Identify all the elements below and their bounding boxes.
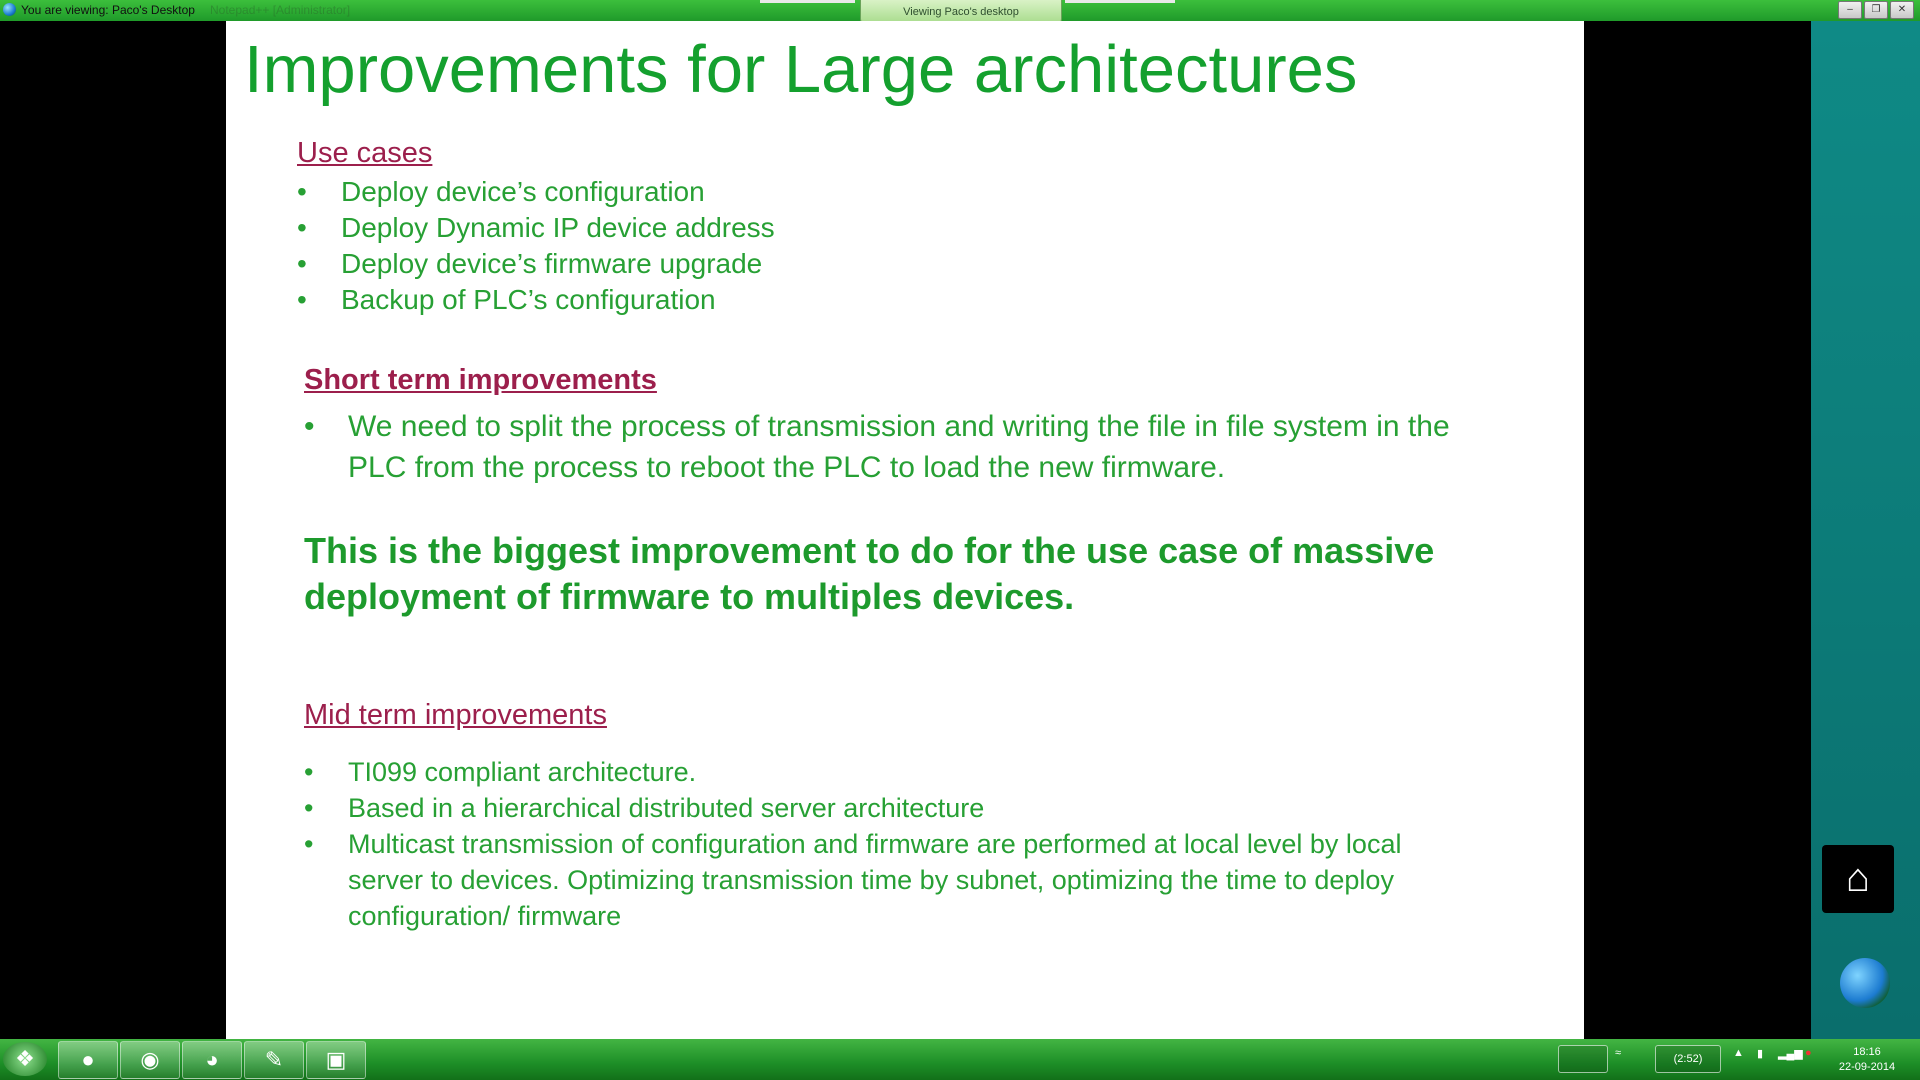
list-item-text: We need to split the process of transmis…: [348, 410, 1450, 484]
mid-term-heading: Mid term improvements: [304, 699, 607, 731]
globe-icon: [3, 3, 16, 16]
list-item-text: Deploy Dynamic IP device address: [341, 212, 775, 243]
battery-time: (2:52): [1673, 1053, 1703, 1065]
emphasis-text: This is the biggest improvement to do fo…: [304, 530, 1435, 617]
network-icon[interactable]: ▂▄▆: [1778, 1047, 1803, 1060]
presentation-slide: Improvements for Large architectures Use…: [226, 21, 1584, 1039]
battery-icon[interactable]: ▮: [1757, 1047, 1763, 1060]
background-window-title: Notepad++ [Administrator]: [210, 3, 351, 17]
bullet: •: [297, 176, 307, 207]
list-item: • TI099 compliant architecture.: [304, 754, 1464, 790]
remote-icon: ▣: [325, 1047, 347, 1072]
list-item: • We need to split the process of transmi…: [304, 406, 1454, 488]
app-icon: ●: [81, 1047, 95, 1072]
list-item: • Based in a hierarchical distributed ser…: [304, 790, 1464, 826]
taskbar: ❖ ● ◉ ◕ ✎ ▣ ≈ (2:52) ▲ ▮ ▂▄▆ ● 18:16 22-…: [0, 1039, 1920, 1080]
use-cases-list: • Deploy device’s configuration • Deploy D…: [297, 174, 897, 318]
chrome-icon: ◉: [140, 1047, 160, 1072]
globe-icon: ◕: [205, 1047, 219, 1072]
bullet: •: [297, 212, 307, 243]
list-item-text: Based in a hierarchical distributed serv…: [348, 793, 985, 823]
taskbar-chrome[interactable]: ◉: [120, 1041, 180, 1079]
restore-button[interactable]: ❐: [1864, 1, 1888, 19]
list-item: • Multicast transmission of configuration…: [304, 826, 1464, 934]
list-item: • Deploy Dynamic IP device address: [297, 210, 897, 246]
viewer-title: You are viewing: Paco's Desktop: [21, 3, 195, 17]
start-button[interactable]: ❖: [3, 1042, 47, 1076]
tab-edge-right: [1065, 0, 1175, 3]
wireless-icon[interactable]: ≈: [1615, 1047, 1621, 1059]
bullet: •: [297, 248, 307, 279]
clock[interactable]: 18:16 22-09-2014: [1832, 1045, 1902, 1075]
battery-meter[interactable]: (2:52): [1655, 1045, 1721, 1073]
close-button[interactable]: ✕: [1890, 1, 1914, 19]
show-hidden-icons[interactable]: ▲: [1733, 1047, 1744, 1059]
list-item-text: Backup of PLC’s configuration: [341, 284, 716, 315]
taskbar-globe-app[interactable]: ◕: [182, 1041, 242, 1079]
bullet: •: [304, 410, 315, 443]
list-item-text: TI099 compliant architecture.: [348, 757, 697, 787]
short-term-list: • We need to split the process of transmi…: [304, 406, 1454, 488]
taskbar-notepad[interactable]: ✎: [244, 1041, 304, 1079]
clock-date: 22-09-2014: [1838, 1061, 1896, 1073]
taskbar-app-orange[interactable]: ●: [58, 1041, 118, 1079]
bullet: •: [304, 757, 314, 787]
clock-time: 18:16: [1853, 1046, 1881, 1058]
mid-term-list: • TI099 compliant architecture. • Based in…: [304, 754, 1464, 934]
home-icon: ⌂: [1845, 856, 1871, 900]
list-item: • Deploy device’s configuration: [297, 174, 897, 210]
list-item-text: Deploy device’s configuration: [341, 176, 705, 207]
use-cases-heading: Use cases: [297, 137, 433, 169]
short-term-heading: Short term improvements: [304, 364, 657, 396]
taskbar-remote-app[interactable]: ▣: [306, 1041, 366, 1079]
minimize-button[interactable]: –: [1838, 1, 1862, 19]
list-item: • Deploy device’s firmware upgrade: [297, 246, 897, 282]
tab-edge-left: [760, 0, 855, 3]
bullet: •: [304, 793, 314, 823]
globe-gadget-icon[interactable]: [1840, 958, 1890, 1008]
bullet: •: [304, 829, 314, 859]
home-button[interactable]: ⌂: [1822, 845, 1894, 913]
list-item-text: Deploy device’s firmware upgrade: [341, 248, 763, 279]
notepad-icon: ✎: [264, 1047, 284, 1072]
bullet: •: [297, 284, 307, 315]
list-item-text: Multicast transmission of configuration …: [348, 829, 1402, 931]
window-controls: – ❐ ✕: [1838, 1, 1914, 19]
signal-meter[interactable]: [1558, 1045, 1608, 1073]
volume-muted-icon[interactable]: ●: [1805, 1047, 1812, 1059]
list-item: • Backup of PLC’s configuration: [297, 282, 897, 318]
slide-title: Improvements for Large architectures: [244, 32, 1358, 107]
